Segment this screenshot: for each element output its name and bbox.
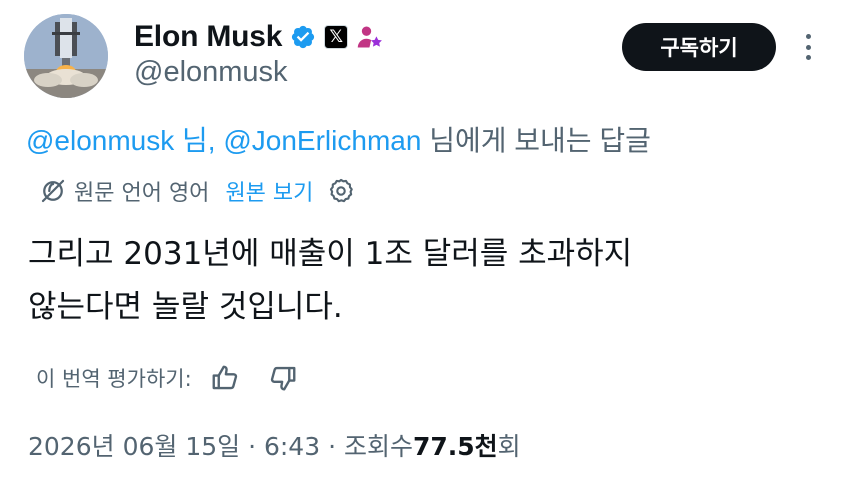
views-suffix: 회 <box>497 432 521 461</box>
avatar[interactable] <box>24 14 108 98</box>
reply-context: @elonmusk 님, @JonErlichman 님에게 보내는 답글 <box>26 119 651 159</box>
avatar-rocket-image <box>24 14 108 98</box>
translation-source-label: 원문 언어 영어 <box>74 181 210 206</box>
gear-icon[interactable] <box>327 177 355 205</box>
subscribe-button[interactable]: 구독하기 <box>622 23 776 71</box>
mention-link-elonmusk[interactable]: @elonmusk 님, <box>26 125 216 156</box>
x-org-badge-icon[interactable]: 𝕏 <box>324 25 349 49</box>
verified-badge-icon[interactable] <box>290 24 316 50</box>
rate-translation-label: 이 번역 평가하기: <box>36 367 192 391</box>
thumbs-up-icon[interactable] <box>210 363 240 393</box>
translate-globe-icon <box>38 176 68 206</box>
thumbs-down-icon[interactable] <box>268 363 298 393</box>
mention-link-jonerlichman[interactable]: @JonErlichman <box>223 125 421 156</box>
author-display-name[interactable]: Elon Musk <box>134 20 282 54</box>
views-count: 77.5천 <box>412 432 498 461</box>
tweet-body: 그리고 2031년에 매출이 1조 달러를 초과하지 않는다면 놀랄 것입니다. <box>28 228 788 334</box>
tweet-timestamp[interactable]: 2026년 06월 15일 · 6:43 · 조회수 <box>28 427 413 463</box>
show-original-link[interactable]: 원본 보기 <box>225 175 313 207</box>
dot <box>805 55 811 60</box>
tweet-line: 그리고 2031년에 매출이 1조 달러를 초과하지 <box>28 236 633 272</box>
reply-context-suffix: 님에게 보내는 답글 <box>421 125 651 156</box>
rate-translation-row: 이 번역 평가하기: <box>36 360 298 396</box>
author-handle[interactable]: @elonmusk <box>134 56 288 89</box>
dot <box>805 34 811 39</box>
translation-row: 원문 언어 영어 원본 보기 <box>38 173 355 209</box>
more-vertical-icon[interactable] <box>796 30 820 64</box>
affiliate-user-icon[interactable] <box>356 23 384 51</box>
author-name-row: Elon Musk 𝕏 <box>134 17 384 57</box>
tweet-line: 않는다면 놀랄 것입니다. <box>28 289 343 325</box>
tweet-meta: 2026년 06월 15일 · 6:43 · 조회수 77.5천 회 <box>28 425 521 465</box>
dot <box>805 44 811 50</box>
